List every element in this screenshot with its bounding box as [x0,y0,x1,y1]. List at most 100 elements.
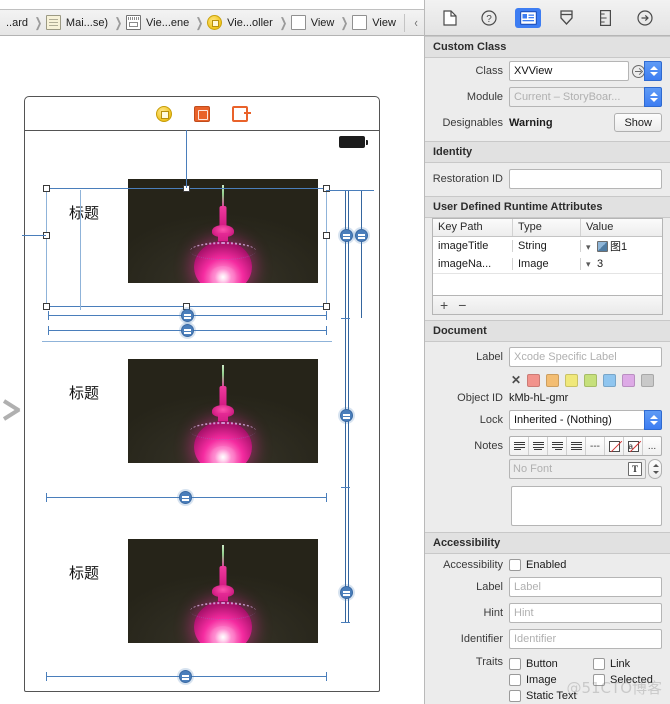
constraint-line-vertical[interactable] [348,318,349,623]
align-center-button[interactable] [529,437,548,455]
tab-file-inspector[interactable] [437,8,463,28]
notes-font-field[interactable]: No Font T [509,459,646,479]
lock-select[interactable]: Inherited - (Nothing) [509,410,645,430]
breadcrumb-item-1[interactable]: Mai...se) [45,10,112,35]
notes-textarea[interactable] [511,486,662,526]
table-row[interactable]: imageTitle String ▾ 图1 [433,237,662,255]
subview-3[interactable]: 标题 [25,514,379,643]
color-swatch-orange[interactable] [546,373,560,387]
align-right-button[interactable] [548,437,567,455]
cell-value[interactable]: ▾ 3 [581,258,662,270]
constraint-line-horizontal[interactable] [22,235,46,236]
font-panel-icon[interactable]: T [628,462,642,476]
tab-identity-inspector[interactable] [515,7,542,28]
cell-type[interactable]: Image [513,258,581,270]
document-label-input[interactable]: Xcode Specific Label [509,347,662,367]
trait-button-checkbox[interactable] [509,658,521,670]
class-dropdown-button[interactable] [644,61,662,81]
class-input[interactable]: XVView [509,61,629,81]
color-swatch-green[interactable] [584,373,598,387]
equal-height-badge[interactable] [340,409,353,422]
constraint-line-vertical[interactable] [80,190,81,310]
tab-connections-inspector[interactable] [632,8,658,28]
selection-handle[interactable] [323,303,330,310]
trait-image-checkbox[interactable] [509,674,521,686]
add-attribute-button[interactable]: + [440,297,448,313]
remove-attribute-button[interactable]: − [458,297,466,313]
equal-height-badge[interactable] [340,586,353,599]
type-stepper-icon[interactable]: ▾ [586,242,594,252]
color-swatch-gray[interactable] [641,373,655,387]
align-left-icon [513,440,525,452]
equal-spacing-badge[interactable] [179,670,192,683]
equal-width-badge[interactable] [340,229,353,242]
view-icon [290,15,306,30]
trait-selected-checkbox[interactable] [593,674,605,686]
selection-handle[interactable] [43,303,50,310]
exit-icon[interactable] [232,105,251,122]
type-stepper-icon[interactable]: ▾ [586,259,594,269]
selection-handle[interactable] [323,232,330,239]
constraint-line-vertical[interactable] [348,190,349,318]
traits-label: Traits [475,656,503,668]
clear-color-button[interactable]: ✕ [511,373,521,387]
trait-button[interactable]: Button [509,656,593,672]
breadcrumb-item-3[interactable]: Vie...oller [206,10,277,35]
trait-static-text[interactable]: Static Text [509,688,670,704]
equal-spacing-badge[interactable] [179,491,192,504]
tab-attributes-inspector[interactable] [554,8,580,28]
line-spacing-button[interactable]: --- [586,437,605,455]
breadcrumb-item-0[interactable]: ..ard [2,10,32,35]
trait-selected[interactable]: Selected [593,672,670,688]
color-swatch-blue[interactable] [603,373,617,387]
align-justify-button[interactable] [567,437,586,455]
more-format-button[interactable]: ... [643,437,661,455]
previous-issue-button[interactable]: ‹ [411,15,421,30]
breadcrumb-item-5[interactable]: View [351,10,400,35]
a11y-label-input[interactable]: Label [509,577,662,597]
color-swatch-purple[interactable] [622,373,636,387]
color-swatch-yellow[interactable] [565,373,579,387]
cell-type[interactable]: String [513,240,581,252]
constraint-line-vertical[interactable] [361,190,362,318]
align-left-button[interactable] [510,437,529,455]
restoration-id-input[interactable] [509,169,662,189]
color-swatch-red[interactable] [527,373,541,387]
equal-spacing-badge[interactable] [181,324,194,337]
background-color-button[interactable]: a [624,437,643,455]
accessibility-enabled-checkbox[interactable] [509,559,521,571]
trait-image[interactable]: Image [509,672,593,688]
breadcrumb-item-4[interactable]: View [290,10,339,35]
lock-dropdown-button[interactable] [644,410,662,430]
text-color-button[interactable] [605,437,624,455]
constraint-line-vertical[interactable] [345,318,346,623]
label-color-swatches: ✕ [425,370,670,391]
cell-key-path[interactable]: imageNa... [433,258,513,270]
trait-link-checkbox[interactable] [593,658,605,670]
constraint-end-cap [326,493,327,502]
a11y-identifier-input[interactable]: Identifier [509,629,662,649]
trait-link[interactable]: Link [593,656,670,672]
notes-font-row: No Font T [425,459,670,482]
a11y-hint-input[interactable]: Hint [509,603,662,623]
table-row[interactable]: imageNa... Image ▾ 3 [433,255,662,273]
module-dropdown-button[interactable] [644,87,662,107]
font-size-stepper[interactable] [648,459,662,479]
equal-width-badge[interactable] [355,229,368,242]
selection-handle[interactable] [43,185,50,192]
tower-mast [219,386,227,407]
equal-spacing-badge[interactable] [181,309,194,322]
cell-value[interactable]: ▾ 图1 [581,238,662,254]
module-input[interactable]: Current – StoryBoar... [509,87,645,107]
breadcrumb-item-2[interactable]: Vie...ene [125,10,193,35]
constraint-line-vertical[interactable] [345,190,346,318]
constraint-line-vertical[interactable] [186,130,187,188]
cell-key-path[interactable]: imageTitle [433,240,513,252]
view-controller-icon[interactable] [156,105,172,122]
show-designables-button[interactable]: Show [614,113,662,132]
first-responder-icon[interactable] [194,105,210,122]
tab-quick-help-inspector[interactable]: ? [476,8,502,28]
tab-size-inspector[interactable] [593,8,619,28]
subview-2[interactable]: 标题 [25,334,379,463]
trait-static-text-checkbox[interactable] [509,690,521,702]
